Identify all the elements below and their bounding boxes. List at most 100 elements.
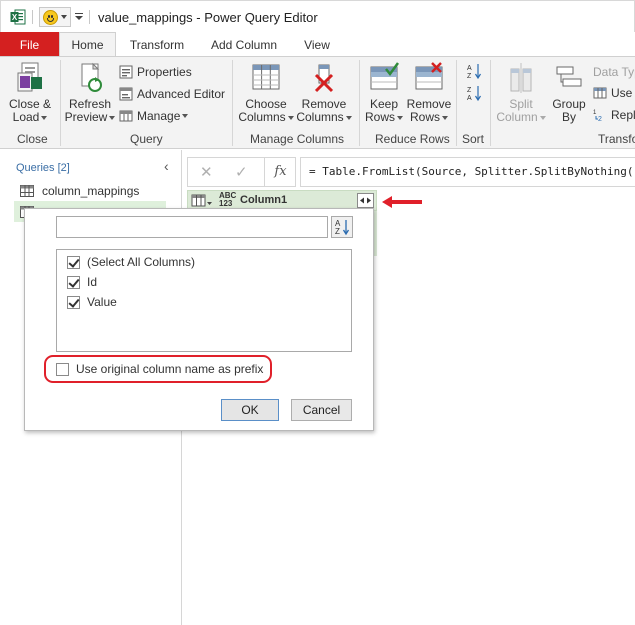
svg-text:A: A: [467, 65, 472, 72]
svg-text:Z: Z: [467, 87, 472, 94]
tab-add-column[interactable]: Add Column: [203, 32, 285, 57]
table-type-icon[interactable]: [191, 194, 213, 208]
checkbox[interactable]: [67, 275, 80, 289]
group-label-sort: Sort: [462, 132, 485, 146]
advanced-editor-icon: [119, 87, 133, 101]
group-by-icon: [556, 66, 582, 87]
send-feedback-button[interactable]: [39, 7, 71, 27]
tab-transform[interactable]: Transform: [123, 32, 191, 57]
use-prefix-label: Use original column name as prefix: [76, 362, 264, 376]
svg-text:Z: Z: [467, 73, 472, 80]
columns-list: (Select All Columns) Id Value: [56, 249, 352, 352]
sort-columns-button[interactable]: A Z: [331, 216, 353, 238]
close-load-icon: [17, 62, 42, 92]
choose-columns-icon: [252, 64, 280, 90]
checkbox[interactable]: [67, 295, 80, 309]
group-separator: [490, 60, 491, 146]
table-icon: [20, 184, 34, 197]
properties-button[interactable]: Properties: [119, 65, 192, 79]
group-label-transform: Transfo: [598, 132, 635, 146]
sort-descending-button[interactable]: Z A: [466, 84, 486, 102]
fx-icon[interactable]: fx: [264, 158, 296, 186]
remove-cols-line2: Columns: [296, 110, 344, 124]
group-separator: [456, 60, 457, 146]
advanced-editor-label: Advanced Editor: [137, 87, 226, 101]
checkbox[interactable]: [67, 255, 80, 269]
formula-bar-buttons: ✕ ✓ fx: [187, 157, 296, 187]
cancel-button[interactable]: Cancel: [291, 399, 352, 421]
expand-column-button[interactable]: [357, 193, 374, 208]
keep-line2: Rows: [364, 110, 395, 124]
queries-header: Queries [2]: [16, 162, 70, 174]
close-and-load-button[interactable]: Close & Load: [6, 61, 54, 124]
replace-label: Repl: [611, 108, 635, 122]
group-separator: [232, 60, 233, 146]
formula-input[interactable]: = Table.FromList(Source, Splitter.SplitB…: [300, 157, 635, 187]
cancel-formula-icon[interactable]: ✕: [200, 163, 213, 181]
svg-text:X: X: [12, 13, 18, 22]
manage-button[interactable]: Manage: [119, 109, 189, 123]
split-column-icon: [510, 63, 532, 93]
group-by-button[interactable]: Group By: [549, 61, 589, 124]
sort-az-icon: A Z: [335, 219, 350, 236]
title-bar: X value_mappings - Power Query Editor: [0, 0, 635, 32]
group-label-reduce-rows: Reduce Rows: [375, 132, 450, 146]
choose-line2: Columns: [238, 110, 286, 124]
choose-columns-button[interactable]: Choose Columns: [238, 61, 294, 124]
close-load-line2: Load: [12, 110, 40, 124]
chevron-down-icon: [397, 115, 403, 120]
svg-text:1: 1: [593, 110, 597, 116]
ribbon-tabs: File Home Transform Add Column View: [0, 32, 635, 57]
refresh-preview-button[interactable]: Refresh Preview: [64, 61, 116, 124]
column-option-label: (Select All Columns): [87, 255, 196, 269]
keep-rows-button[interactable]: Keep Rows: [363, 61, 405, 124]
group-line2: By: [561, 110, 576, 124]
sort-ascending-button[interactable]: A Z: [466, 62, 486, 80]
svg-text:A: A: [467, 95, 472, 102]
customize-quick-access-button[interactable]: [75, 11, 83, 23]
annotation-arrow-icon: [382, 196, 422, 208]
list-item-id[interactable]: Id: [67, 273, 97, 291]
chevron-down-icon: [109, 115, 116, 120]
search-columns-input[interactable]: [56, 216, 328, 238]
tab-view[interactable]: View: [296, 32, 338, 57]
split-column-button[interactable]: Split Column: [495, 61, 547, 124]
manage-label: Manage: [137, 109, 181, 123]
query-item-column-mappings[interactable]: column_mappings: [14, 180, 166, 201]
use-first-row-button[interactable]: Use: [593, 86, 632, 100]
remove-columns-button[interactable]: Remove Columns: [296, 61, 352, 124]
sort-descending-icon: Z A: [467, 86, 482, 102]
any-type-icon: ABC 123: [219, 191, 237, 208]
sort-ascending-icon: A Z: [467, 64, 482, 80]
tab-home[interactable]: Home: [59, 32, 116, 57]
use-prefix-option[interactable]: Use original column name as prefix: [56, 362, 263, 376]
replace-values-button[interactable]: 12 Repl: [593, 108, 635, 122]
chevron-down-icon: [442, 115, 448, 120]
remove-rows-button[interactable]: Remove Rows: [406, 61, 452, 124]
column-option-label: Id: [87, 275, 98, 289]
confirm-formula-icon[interactable]: ✓: [235, 163, 248, 181]
ok-button[interactable]: OK: [221, 399, 279, 421]
properties-icon: [119, 65, 133, 79]
smiley-icon: [43, 10, 58, 25]
window-title: value_mappings - Power Query Editor: [98, 10, 318, 25]
svg-text:Z: Z: [335, 227, 340, 236]
data-type-button[interactable]: Data Typ: [593, 65, 635, 79]
use-prefix-checkbox[interactable]: [56, 362, 69, 376]
advanced-editor-button[interactable]: Advanced Editor: [119, 87, 225, 101]
list-item-value[interactable]: Value: [67, 293, 117, 311]
remove-columns-icon: [314, 64, 334, 93]
data-type-label: Data Typ: [593, 65, 635, 79]
chevron-down-icon: [345, 115, 352, 120]
query-item-label: column_mappings: [42, 183, 140, 198]
collapse-pane-button[interactable]: ‹: [164, 158, 169, 174]
list-item-select-all[interactable]: (Select All Columns): [67, 253, 195, 271]
split-line2: Column: [496, 110, 538, 124]
expand-columns-popup: A Z (Select All Columns) Id Value Use or…: [24, 208, 374, 431]
group-label-manage-columns: Manage Columns: [250, 132, 345, 146]
ribbon: Close & Load Close Refresh Preview Prope…: [0, 56, 635, 149]
excel-icon[interactable]: X: [10, 9, 26, 25]
column-name: Column1: [240, 194, 288, 206]
tab-file[interactable]: File: [0, 32, 59, 57]
chevron-down-icon: [287, 115, 294, 120]
